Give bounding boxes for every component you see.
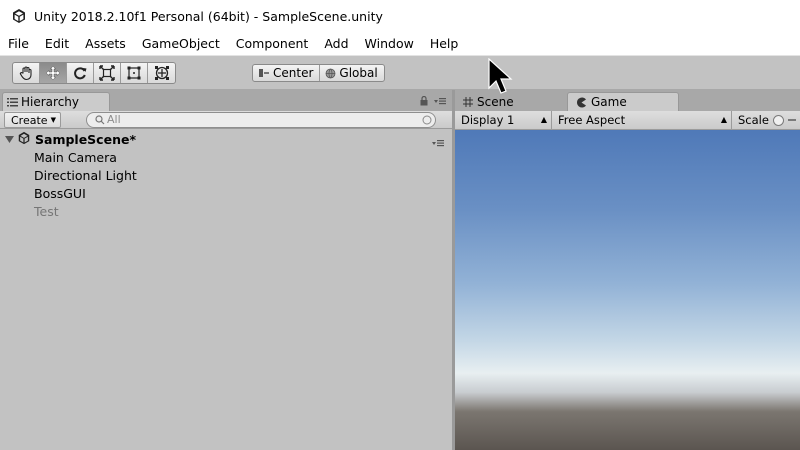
display-select[interactable]: Display 1 ▲ xyxy=(455,110,552,130)
move-icon xyxy=(45,65,61,81)
aspect-select-value: Free Aspect xyxy=(558,112,626,127)
unity-logo-icon xyxy=(10,7,28,25)
scale-slider-knob[interactable] xyxy=(772,114,784,126)
hierarchy-item-bossgui[interactable]: BossGUI xyxy=(34,185,86,203)
globe-icon xyxy=(325,68,336,78)
rotate-tool-button[interactable] xyxy=(67,63,94,83)
hierarchy-tab-bar: Hierarchy xyxy=(0,90,452,111)
pivot-center-label: Center xyxy=(273,66,314,80)
display-select-value: Display 1 xyxy=(461,112,515,127)
transform-icon xyxy=(154,66,169,80)
hierarchy-item-test[interactable]: Test xyxy=(34,203,59,221)
hand-tool-button[interactable] xyxy=(13,63,40,83)
tab-hierarchy-label: Hierarchy xyxy=(21,95,80,109)
scene-unity-icon xyxy=(17,131,31,148)
transform-tool-button[interactable] xyxy=(148,63,175,83)
tab-hierarchy[interactable]: Hierarchy xyxy=(2,92,110,111)
hierarchy-tab-controls xyxy=(420,96,446,106)
search-placeholder: All xyxy=(107,113,121,126)
hierarchy-toolbar: Create ▼ All xyxy=(0,111,452,129)
move-tool-button[interactable] xyxy=(40,63,67,83)
pivot-center-button[interactable]: Center xyxy=(253,65,321,81)
panel-menu-icon[interactable] xyxy=(434,97,446,105)
dropdown-arrow-icon: ▼ xyxy=(50,115,56,124)
menu-component[interactable]: Component xyxy=(228,32,317,56)
expand-arrow-icon[interactable] xyxy=(5,132,14,147)
scale-tool-button[interactable] xyxy=(94,63,121,83)
hierarchy-item-main-camera[interactable]: Main Camera xyxy=(34,149,117,167)
tab-game-label: Game xyxy=(591,95,627,109)
menu-file[interactable]: File xyxy=(0,32,37,56)
create-button[interactable]: Create ▼ xyxy=(4,112,61,128)
menu-assets[interactable]: Assets xyxy=(77,32,134,56)
select-arrows-icon: ▲ xyxy=(720,114,727,124)
game-toolbar: Display 1 ▲ Free Aspect ▲ Scale xyxy=(455,110,800,130)
pacman-icon xyxy=(577,97,586,107)
scale-icon xyxy=(99,65,115,81)
scale-slider-track[interactable] xyxy=(787,119,796,121)
pivot-center-icon xyxy=(259,69,269,77)
select-arrows-icon: ▲ xyxy=(540,114,547,124)
scene-row[interactable]: SampleScene* xyxy=(0,130,452,148)
scene-name: SampleScene* xyxy=(35,131,136,147)
hierarchy-item-directional-light[interactable]: Directional Light xyxy=(34,167,137,185)
main-toolbar: Center Global xyxy=(0,56,800,90)
list-icon xyxy=(7,97,18,106)
lock-icon[interactable] xyxy=(420,96,428,106)
hand-icon xyxy=(19,66,32,81)
tab-game[interactable]: Game xyxy=(567,92,679,111)
hierarchy-search-input[interactable]: All xyxy=(86,112,436,128)
scale-control: Scale xyxy=(732,113,796,127)
rect-tool-button[interactable] xyxy=(121,63,148,83)
grid-icon xyxy=(463,96,473,107)
menu-help[interactable]: Help xyxy=(422,32,467,56)
pivot-global-label: Global xyxy=(339,66,378,80)
search-icon xyxy=(95,115,105,125)
window-title: Unity 2018.2.10f1 Personal (64bit) - Sam… xyxy=(34,8,383,24)
title-bar: Unity 2018.2.10f1 Personal (64bit) - Sam… xyxy=(0,0,800,32)
tab-scene-label: Scene xyxy=(477,94,514,109)
menu-window[interactable]: Window xyxy=(357,32,422,56)
rotate-icon xyxy=(74,67,87,80)
menu-bar: File Edit Assets GameObject Component Ad… xyxy=(0,32,800,56)
create-label: Create xyxy=(11,113,48,127)
scene-menu-icon[interactable] xyxy=(432,135,444,150)
hierarchy-list: SampleScene* Main Camera Directional Lig… xyxy=(0,129,452,450)
menu-edit[interactable]: Edit xyxy=(37,32,77,56)
aspect-select[interactable]: Free Aspect ▲ xyxy=(552,110,732,130)
menu-gameobject[interactable]: GameObject xyxy=(134,32,228,56)
transform-tools xyxy=(12,62,176,84)
pivot-controls: Center Global xyxy=(252,64,385,82)
scale-label: Scale xyxy=(738,113,769,127)
menu-add[interactable]: Add xyxy=(316,32,356,56)
search-clear-icon[interactable] xyxy=(422,115,432,125)
rect-icon xyxy=(127,66,141,80)
pivot-global-button[interactable]: Global xyxy=(320,65,383,81)
mouse-cursor-icon xyxy=(488,58,513,94)
game-viewport[interactable] xyxy=(455,130,800,450)
